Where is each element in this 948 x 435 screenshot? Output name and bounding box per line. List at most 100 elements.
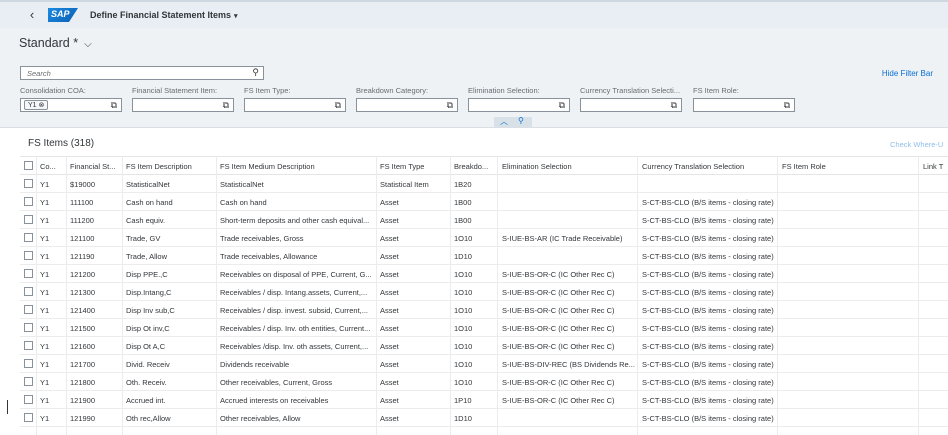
table-cell: Oth. Receiv. xyxy=(126,378,167,387)
check-where-used-button[interactable]: Check Where-U xyxy=(890,140,943,149)
table-row[interactable]: Y1 111100 Cash on hand Cash on hand Asset 1B0… xyxy=(20,193,948,211)
column-header[interactable]: FS Item Type xyxy=(380,162,450,171)
table-cell: StatisticalNet xyxy=(220,180,264,189)
row-checkbox[interactable] xyxy=(24,251,33,260)
variant-selector[interactable]: Standard * ⌵ xyxy=(19,36,92,50)
filter-label-fs-item-type: FS Item Type: xyxy=(244,86,291,95)
column-header[interactable]: Breakdo... xyxy=(454,162,494,171)
table-row[interactable]: Y1 121990 Oth rec,Allow Other receivables, … xyxy=(20,409,948,427)
app-title-menu[interactable]: Define Financial Statement Items ▾ xyxy=(90,10,238,20)
row-checkbox[interactable] xyxy=(24,287,33,296)
table-row[interactable]: Y1 121800 Oth. Receiv. Other receivables, C… xyxy=(20,373,948,391)
column-header[interactable]: FS Item Medium Description xyxy=(220,162,375,171)
table-cell: Y1 xyxy=(40,288,50,297)
filter-label-breakdown-category: Breakdown Category: xyxy=(356,86,429,95)
table-cell: Y1 xyxy=(40,216,50,225)
column-header[interactable]: FS Item Role xyxy=(782,162,916,171)
table-cell: Disp Ot A,C xyxy=(126,342,166,351)
pin-icon[interactable]: ⚲ xyxy=(518,116,524,125)
row-checkbox[interactable] xyxy=(24,377,33,386)
row-checkbox[interactable] xyxy=(24,413,33,422)
column-header[interactable]: Financial St... xyxy=(70,162,122,171)
column-header[interactable]: Elimination Selection xyxy=(502,162,636,171)
table-row[interactable]: Y1 111200 Cash equiv. Short-term deposits a… xyxy=(20,211,948,229)
table-cell: Y1 xyxy=(40,198,50,207)
column-header[interactable]: Link T xyxy=(923,162,948,171)
table-row[interactable]: Y1 121300 Disp.Intang,C Receivables / disp.… xyxy=(20,283,948,301)
table-cell: Y1 xyxy=(40,234,50,243)
chevron-down-icon: ⌵ xyxy=(84,39,92,50)
table-row[interactable]: Y1 121100 Trade, GV Trade receivables, Gros… xyxy=(20,229,948,247)
column-header[interactable]: Co... xyxy=(40,162,64,171)
collapse-header-icon[interactable]: ︿ xyxy=(500,116,508,127)
table-cell: Y1 xyxy=(40,324,50,333)
caret-down-icon: ▾ xyxy=(234,13,238,20)
table-cell: 1O10 xyxy=(454,306,473,315)
value-help-icon[interactable]: ⧉ xyxy=(784,100,790,111)
table-cell: S-CT-BS-CLO (B/S items - closing rate) xyxy=(642,324,774,333)
currency-translation-field[interactable]: ⧉ xyxy=(580,98,682,112)
coa-token[interactable]: Y1 ⊗ xyxy=(24,100,49,110)
table-body: Y1 $19000 StatisticalNet StatisticalNet Stat… xyxy=(20,175,948,427)
hide-filter-bar-link[interactable]: Hide Filter Bar xyxy=(882,69,933,78)
table-cell: S-CT-BS-CLO (B/S items - closing rate) xyxy=(642,288,774,297)
table-cell: Trade, Allow xyxy=(126,252,167,261)
column-header[interactable]: FS Item Description xyxy=(126,162,216,171)
table-row[interactable]: Y1 121200 Disp PPE.,C Receivables on dispos… xyxy=(20,265,948,283)
consolidation-coa-field[interactable]: Y1 ⊗ ⧉ xyxy=(20,98,122,112)
row-checkbox[interactable] xyxy=(24,305,33,314)
fs-item-type-field[interactable]: ⧉ xyxy=(244,98,346,112)
fs-item-field[interactable]: ⧉ xyxy=(132,98,234,112)
table-row[interactable]: Y1 121400 Disp Inv sub,C Receivables / disp… xyxy=(20,301,948,319)
value-help-icon[interactable]: ⧉ xyxy=(447,100,453,111)
table-row[interactable]: Y1 121190 Trade, Allow Trade receivables, A… xyxy=(20,247,948,265)
table-cell: $19000 xyxy=(70,180,96,189)
row-checkbox[interactable] xyxy=(24,233,33,242)
row-checkbox[interactable] xyxy=(24,341,33,350)
table-cell: Cash equiv. xyxy=(126,216,166,225)
filter-label-fs-item-role: FS Item Role: xyxy=(693,86,739,95)
row-checkbox[interactable] xyxy=(24,179,33,188)
back-icon[interactable]: ‹ xyxy=(24,6,40,24)
sap-logo: SAP xyxy=(48,8,78,22)
column-header[interactable]: Currency Translation Selection xyxy=(642,162,776,171)
table-cell: StatisticalNet xyxy=(126,180,170,189)
value-help-icon[interactable]: ⧉ xyxy=(111,100,117,111)
search-icon[interactable]: ⚲ xyxy=(252,67,259,78)
table-cell: Y1 xyxy=(40,360,50,369)
row-checkbox[interactable] xyxy=(24,197,33,206)
table-row[interactable]: Y1 $19000 StatisticalNet StatisticalNet Stat… xyxy=(20,175,948,193)
row-checkbox[interactable] xyxy=(24,323,33,332)
search-placeholder: Search xyxy=(27,69,51,78)
elimination-selection-field[interactable]: ⧉ xyxy=(468,98,570,112)
table-row[interactable]: Y1 121900 Accrued int. Accrued interests on… xyxy=(20,391,948,409)
value-help-icon[interactable]: ⧉ xyxy=(335,100,341,111)
variant-name: Standard * xyxy=(19,36,79,50)
row-checkbox[interactable] xyxy=(24,395,33,404)
row-checkbox[interactable] xyxy=(24,269,33,278)
value-help-icon[interactable]: ⧉ xyxy=(671,100,677,111)
table-cell: 1D10 xyxy=(454,252,472,261)
table-cell: Divid. Receiv xyxy=(126,360,170,369)
table-row[interactable]: Y1 121700 Divid. Receiv Dividends receivabl… xyxy=(20,355,948,373)
table-cell: Other receivables, Allow xyxy=(220,414,301,423)
select-all-checkbox[interactable] xyxy=(24,161,33,170)
table-cell: 121800 xyxy=(70,378,96,387)
fs-item-role-field[interactable]: ⧉ xyxy=(693,98,795,112)
value-help-icon[interactable]: ⧉ xyxy=(223,100,229,111)
table-cell: 121900 xyxy=(70,396,96,405)
filter-label-fs-item: Financial Statement Item: xyxy=(132,86,218,95)
table-row[interactable]: Y1 121500 Disp Ot inv,C Receivables / disp.… xyxy=(20,319,948,337)
logo-text: SAP xyxy=(51,9,70,19)
search-input[interactable]: Search ⚲ xyxy=(20,66,264,80)
value-help-icon[interactable]: ⧉ xyxy=(559,100,565,111)
table-row[interactable]: Y1 121600 Disp Ot A,C Receivables /disp. In… xyxy=(20,337,948,355)
row-checkbox[interactable] xyxy=(24,359,33,368)
table-cell: 1P10 xyxy=(454,396,472,405)
row-checkbox[interactable] xyxy=(24,215,33,224)
breakdown-category-field[interactable]: ⧉ xyxy=(356,98,458,112)
table-cell: 121200 xyxy=(70,270,96,279)
table-cell: 1O10 xyxy=(454,378,473,387)
table-cell: Y1 xyxy=(40,306,50,315)
table-cell: S-IUE-BS-AR (IC Trade Receivable) xyxy=(502,234,623,243)
